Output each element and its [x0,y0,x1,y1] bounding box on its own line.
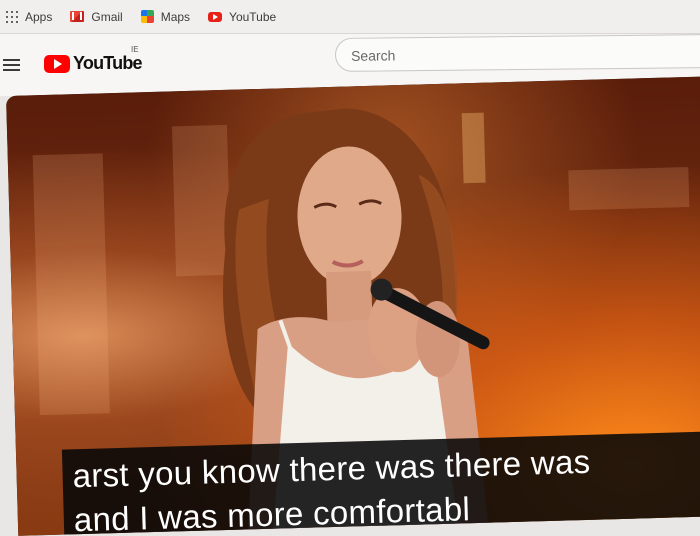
logo-text: YouTube [73,53,143,73]
bookmark-label: Maps [160,9,191,24]
bookmark-label: YouTube [229,9,277,24]
bookmark-youtube[interactable]: YouTube [208,10,276,24]
caption-line-2: and I was more comfortabl [73,490,471,536]
gmail-icon [70,11,85,22]
bookmark-label: Apps [25,9,53,24]
apps-grid-icon [6,10,18,23]
search-box[interactable] [334,34,700,72]
country-code: IE [131,45,139,54]
search-input[interactable] [348,42,694,66]
caption-overlay: arst you know there was there was and I … [61,430,700,536]
bookmark-apps[interactable]: Apps [6,10,52,24]
youtube-logo[interactable]: YouTube [44,53,143,74]
menu-icon[interactable] [3,59,20,72]
bookmark-label: Gmail [91,9,123,24]
maps-icon [140,10,154,23]
bookmark-maps[interactable]: Maps [140,9,191,24]
bookmark-gmail[interactable]: Gmail [70,9,123,24]
youtube-icon [208,11,223,22]
bookmarks-bar: Apps Gmail Maps YouTube [0,0,700,34]
video-player[interactable]: arst you know there was there was and I … [6,76,700,536]
youtube-logo-icon [44,54,70,73]
caption-line-1: arst you know there was there was [72,442,591,495]
